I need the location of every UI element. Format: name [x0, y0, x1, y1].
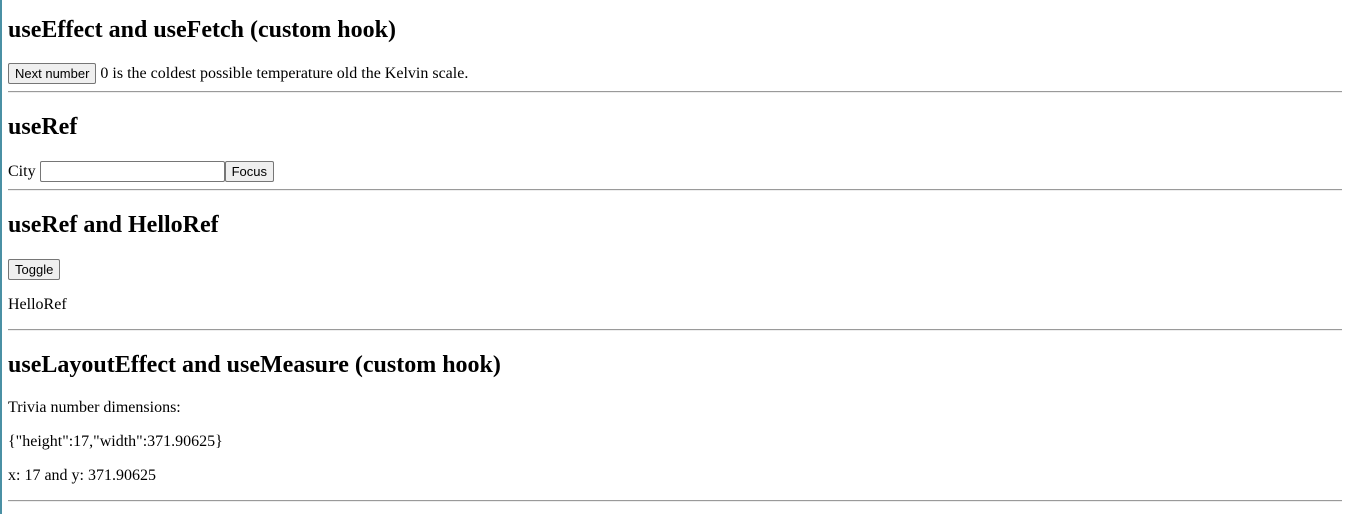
dimensions-json: {"height":17,"width":371.90625}: [8, 433, 223, 450]
toggle-button[interactable]: Toggle: [8, 259, 61, 280]
focus-button[interactable]: Focus: [224, 161, 274, 182]
divider-3: [8, 329, 1342, 331]
city-label: City: [8, 162, 36, 180]
use-fetch-heading: useEffect and useFetch (custom hook): [8, 17, 396, 43]
city-input[interactable]: [39, 161, 225, 182]
hello-ref-text: HelloRef: [8, 296, 67, 313]
hello-ref-heading: useRef and HelloRef: [8, 212, 219, 238]
city-row: City Focus: [8, 161, 274, 182]
next-number-button[interactable]: Next number: [8, 63, 97, 84]
use-ref-heading: useRef: [8, 114, 78, 140]
coordinates-text: x: 17 and y: 371.90625: [8, 467, 156, 484]
page-left-edge: [0, 0, 2, 514]
divider-4: [8, 500, 1342, 502]
use-fetch-row: Next number 0 is the coldest possible te…: [8, 63, 468, 84]
divider-1: [8, 91, 1342, 93]
divider-2: [8, 189, 1342, 191]
use-measure-heading: useLayoutEffect and useMeasure (custom h…: [8, 352, 501, 378]
trivia-text: 0 is the coldest possible temperature ol…: [100, 64, 469, 82]
dimensions-label: Trivia number dimensions:: [8, 399, 181, 416]
toggle-row: Toggle: [8, 259, 61, 280]
